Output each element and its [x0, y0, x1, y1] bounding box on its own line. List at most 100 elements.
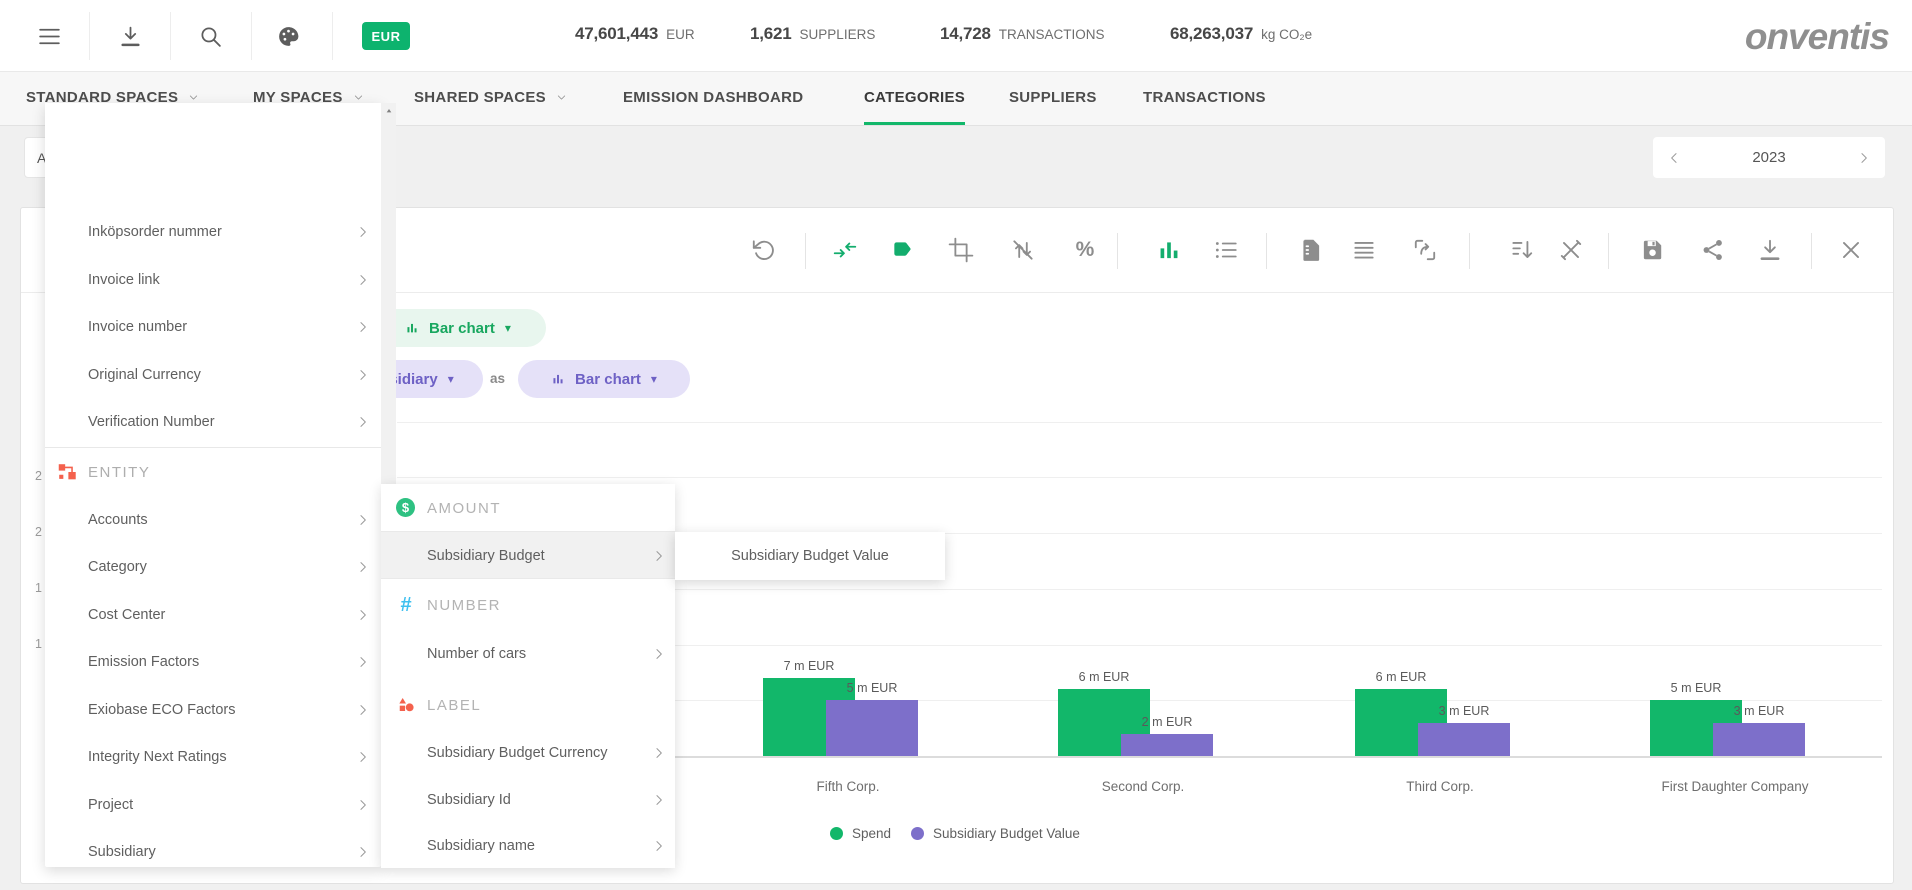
prev-year-button[interactable] — [1667, 151, 1681, 165]
divider — [1266, 233, 1267, 269]
wand-icon[interactable] — [1558, 237, 1584, 263]
series-chart-type-pill[interactable]: Bar chart ▾ — [518, 360, 690, 398]
palette-icon[interactable] — [276, 24, 301, 49]
nav-label: CATEGORIES — [864, 89, 965, 106]
menu-item[interactable]: Subsidiary — [45, 828, 381, 867]
stat-value: 47,601,443 — [575, 24, 658, 44]
nav-categories[interactable]: CATEGORIES — [864, 72, 965, 125]
field-dropdown-menu: Inköpsorder nummer Invoice link Invoice … — [45, 103, 381, 867]
divider — [1608, 233, 1609, 269]
chevron-right-icon — [356, 415, 370, 429]
file-icon[interactable] — [1298, 237, 1324, 263]
nav-emission-dashboard[interactable]: EMISSION DASHBOARD — [623, 72, 803, 123]
section-label: ENTITY — [88, 464, 150, 481]
sort-off-icon[interactable] — [1010, 237, 1036, 263]
divider — [89, 12, 90, 60]
bar-subsidiary-budget-value[interactable] — [826, 700, 918, 756]
nav-transactions[interactable]: TRANSACTIONS — [1143, 72, 1266, 123]
save-icon[interactable] — [1639, 237, 1665, 263]
field-submenu: $ AMOUNT Subsidiary Budget # NUMBER Numb… — [381, 484, 675, 868]
menu-item[interactable]: Project — [45, 781, 381, 829]
legend-item[interactable]: Spend — [830, 826, 891, 841]
entity-icon — [56, 461, 78, 483]
divider — [170, 12, 171, 60]
tag-icon[interactable] — [890, 237, 916, 263]
submenu-item-subsidiary-budget-currency[interactable]: Subsidiary Budget Currency — [381, 729, 675, 777]
menu-icon[interactable] — [37, 24, 62, 49]
nav-label: TRANSACTIONS — [1143, 89, 1266, 106]
share-icon[interactable] — [1700, 237, 1726, 263]
submenu-item-subsidiary-id[interactable]: Subsidiary Id — [381, 776, 675, 824]
stat-value: 14,728 — [940, 24, 991, 44]
menu-item[interactable]: Cost Center — [45, 591, 381, 639]
label-shapes-icon — [396, 695, 416, 715]
menu-item-label: Original Currency — [88, 367, 201, 383]
chevron-right-icon — [356, 560, 370, 574]
menu-item[interactable]: Emission Factors — [45, 638, 381, 686]
menu-item[interactable]: Inköpsorder nummer — [45, 208, 381, 256]
download-icon[interactable] — [118, 24, 143, 49]
chart-legend: Spend Subsidiary Budget Value — [830, 826, 1080, 841]
stat-suppliers: 1,621 SUPPLIERS — [750, 24, 875, 44]
currency-badge[interactable]: EUR — [362, 22, 410, 50]
menu-item[interactable]: Integrity Next Ratings — [45, 733, 381, 781]
download-chart-icon[interactable] — [1757, 237, 1783, 263]
pivot-icon[interactable] — [1412, 237, 1438, 263]
menu-item-label: Subsidiary Budget — [427, 548, 545, 564]
nav-shared-spaces[interactable]: SHARED SPACES — [414, 72, 567, 123]
menu-item-label: Inköpsorder nummer — [88, 224, 222, 240]
menu-item-label: Invoice link — [88, 272, 160, 288]
year-selector: 2023 — [1653, 137, 1885, 178]
close-icon[interactable] — [1838, 237, 1864, 263]
submenu-item-subsidiary-budget[interactable]: Subsidiary Budget — [381, 532, 675, 580]
menu-item-label: Category — [88, 559, 147, 575]
next-year-button[interactable] — [1857, 151, 1871, 165]
submenu-item-subsidiary-name[interactable]: Subsidiary name — [381, 824, 675, 868]
list-view-icon[interactable] — [1213, 237, 1239, 263]
percent-glyph: % — [1072, 237, 1098, 263]
app-screen: EUR 47,601,443 EUR 1,621 SUPPLIERS 14,72… — [0, 0, 1912, 890]
as-label: as — [490, 371, 505, 386]
menu-item-label: Exiobase ECO Factors — [88, 702, 235, 718]
legend-dot — [911, 827, 924, 840]
number-icon: # — [396, 595, 416, 615]
sort-desc-icon[interactable] — [1509, 237, 1535, 263]
menu-item[interactable]: Invoice number — [45, 303, 381, 351]
legend-label: Spend — [852, 826, 891, 841]
menu-item[interactable]: Invoice link — [45, 256, 381, 304]
section-label: NUMBER — [427, 597, 501, 614]
legend-item[interactable]: Subsidiary Budget Value — [911, 826, 1080, 841]
menu-item-label: Subsidiary Budget Currency — [427, 745, 608, 761]
chevron-right-icon — [652, 746, 666, 760]
chevron-down-icon — [353, 92, 364, 103]
nav-suppliers[interactable]: SUPPLIERS — [1009, 72, 1097, 123]
bar-subsidiary-budget-value[interactable] — [1418, 723, 1510, 756]
scroll-up-button[interactable] — [381, 103, 396, 119]
menu-item-label: Emission Factors — [88, 654, 199, 670]
menu-item[interactable]: Exiobase ECO Factors — [45, 686, 381, 734]
menu-item[interactable]: Original Currency — [45, 351, 381, 399]
bar-subsidiary-budget-value[interactable] — [1713, 723, 1805, 756]
bar-chart-view-icon[interactable] — [1156, 237, 1182, 263]
year-label[interactable]: 2023 — [1752, 149, 1785, 166]
chevron-down-icon — [556, 92, 567, 103]
bar-subsidiary-budget-value[interactable] — [1121, 734, 1213, 756]
stat-unit: TRANSACTIONS — [999, 27, 1105, 42]
divider — [805, 233, 806, 269]
menu-item[interactable]: Accounts — [45, 496, 381, 544]
menu-item[interactable]: Category — [45, 543, 381, 591]
flyout-menu-item-subsidiary-budget-value[interactable]: Subsidiary Budget Value — [675, 532, 945, 580]
menu-item[interactable]: Verification Number — [45, 398, 381, 446]
search-icon[interactable] — [198, 24, 223, 49]
stat-value: 1,621 — [750, 24, 792, 44]
chevron-right-icon — [652, 647, 666, 661]
submenu-item-number-of-cars[interactable]: Number of cars — [381, 630, 675, 678]
reset-icon[interactable] — [750, 237, 776, 263]
merge-arrows-icon[interactable] — [832, 237, 858, 263]
rows-icon[interactable] — [1351, 237, 1377, 263]
divider — [1469, 233, 1470, 269]
crop-icon[interactable] — [948, 237, 974, 263]
pill-label: Bar chart — [429, 320, 495, 337]
percent-icon[interactable]: % — [1072, 237, 1098, 263]
chevron-right-icon — [356, 750, 370, 764]
